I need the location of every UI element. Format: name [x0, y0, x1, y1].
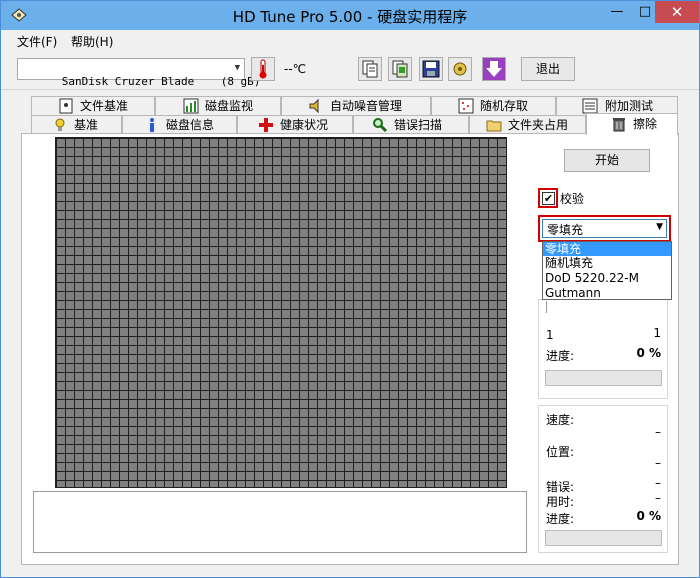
tab-label: 磁盘监视	[205, 99, 254, 113]
info-icon	[150, 118, 154, 132]
chevron-down-icon: ▼	[234, 63, 240, 73]
tab-folder-usage[interactable]: 文件夹占用	[469, 115, 586, 135]
progress-bar	[545, 370, 662, 386]
position-label: 位置:	[546, 445, 575, 459]
fill-method-value: 零填充	[547, 223, 584, 237]
fill-method-select[interactable]: 零填充 ▼	[542, 219, 667, 238]
minimize-button[interactable]: —	[603, 1, 631, 23]
menu-help[interactable]: 帮助(H)	[71, 33, 113, 50]
tab-label: 擦除	[633, 117, 658, 131]
file-benchmark-icon	[59, 98, 73, 114]
speaker-icon	[309, 98, 319, 114]
options-icon	[453, 62, 467, 76]
copy-text-icon	[362, 60, 378, 78]
trash-icon	[613, 118, 625, 132]
fill-option-dod[interactable]: DoD 5220.22-M	[543, 271, 671, 285]
tab-erase[interactable]: 擦除	[586, 113, 678, 135]
benchmark-icon	[55, 118, 65, 131]
tab-disk-monitor[interactable]: 磁盘监视	[155, 96, 281, 116]
progress-value: 0 %	[636, 346, 661, 360]
extra-tests-icon	[582, 98, 598, 114]
chevron-down-icon: ▼	[656, 222, 663, 232]
tab-label: 随机存取	[480, 99, 529, 113]
start-button[interactable]: 开始	[564, 149, 650, 172]
floppy-disk-icon	[422, 60, 440, 78]
download-button[interactable]	[482, 57, 506, 81]
folder-icon	[486, 120, 502, 132]
health-cross-icon	[259, 118, 273, 132]
errors-value: –	[655, 476, 661, 490]
tab-label: 自动噪音管理	[330, 99, 403, 113]
tab-acoustic-management[interactable]: 自动噪音管理	[281, 96, 431, 116]
disk-monitor-icon	[183, 98, 199, 114]
passes-slider[interactable]	[546, 301, 656, 313]
verify-checkbox[interactable]: ✔	[542, 192, 555, 205]
speed-label: 速度:	[546, 413, 575, 427]
elapsed-value: –	[655, 491, 661, 505]
fill-option-gutmann[interactable]: Gutmann	[543, 286, 671, 300]
tab-file-benchmark[interactable]: 文件基准	[31, 96, 155, 116]
position-value: –	[655, 456, 661, 470]
fill-option-zero[interactable]: 零填充	[543, 242, 671, 256]
drive-select-value: SanDisk Cruzer Blade (8 gB)	[61, 75, 261, 88]
progress2-bar	[545, 530, 662, 546]
window-title: HD Tune Pro 5.00 - 硬盘实用程序	[232, 8, 468, 26]
options-button[interactable]	[448, 57, 472, 81]
tab-error-scan[interactable]: 错误扫描	[353, 115, 469, 135]
progress2-value: 0 %	[636, 509, 661, 523]
tab-random-access[interactable]: 随机存取	[431, 96, 556, 116]
thermometer-icon	[259, 59, 267, 79]
temperature-readout: --℃	[284, 62, 307, 76]
fill-method-highlight: 零填充 ▼	[538, 215, 671, 242]
app-window: HD Tune Pro 5.00 - 硬盘实用程序 — □ ✕ 文件(F) 帮助…	[0, 0, 700, 578]
tab-disk-info[interactable]: 磁盘信息	[122, 115, 237, 135]
menu-file[interactable]: 文件(F)	[17, 33, 57, 50]
elapsed-label: 用时:	[546, 495, 575, 509]
random-access-icon	[458, 98, 474, 114]
verify-label: 校验	[560, 192, 585, 206]
exit-button[interactable]: 退出	[521, 57, 575, 81]
fill-method-dropdown: 零填充 随机填充 DoD 5220.22-M Gutmann	[542, 241, 672, 300]
save-button[interactable]	[419, 57, 443, 81]
title-bar[interactable]: HD Tune Pro 5.00 - 硬盘实用程序 — □ ✕	[1, 1, 699, 30]
tab-health[interactable]: 健康状况	[237, 115, 353, 135]
toolbar: SanDisk Cruzer Blade (8 gB) ▼ --℃ 退出	[1, 52, 699, 90]
drive-select[interactable]: SanDisk Cruzer Blade (8 gB) ▼	[17, 58, 260, 88]
log-textbox[interactable]	[33, 491, 527, 553]
passes-max-label: 1	[653, 326, 661, 340]
copy-text-button[interactable]	[358, 57, 382, 81]
close-button[interactable]: ✕	[655, 1, 699, 23]
passes-min-label: 1	[546, 328, 554, 342]
progress-label: 进度:	[546, 349, 575, 363]
verify-highlight: ✔	[538, 188, 558, 208]
block-map	[55, 137, 507, 488]
fill-option-random[interactable]: 随机填充	[543, 256, 671, 270]
temperature-button[interactable]	[251, 57, 275, 81]
magnifier-icon	[373, 118, 388, 133]
menu-bar: 文件(F) 帮助(H)	[1, 30, 699, 52]
copy-screenshot-icon	[392, 60, 408, 78]
down-arrow-icon	[486, 61, 502, 77]
speed-value: –	[655, 425, 661, 439]
progress2-label: 进度:	[546, 512, 575, 526]
tab-benchmark[interactable]: 基准	[31, 115, 122, 135]
copy-screenshot-button[interactable]	[388, 57, 412, 81]
tab-label: 文件基准	[80, 99, 129, 113]
